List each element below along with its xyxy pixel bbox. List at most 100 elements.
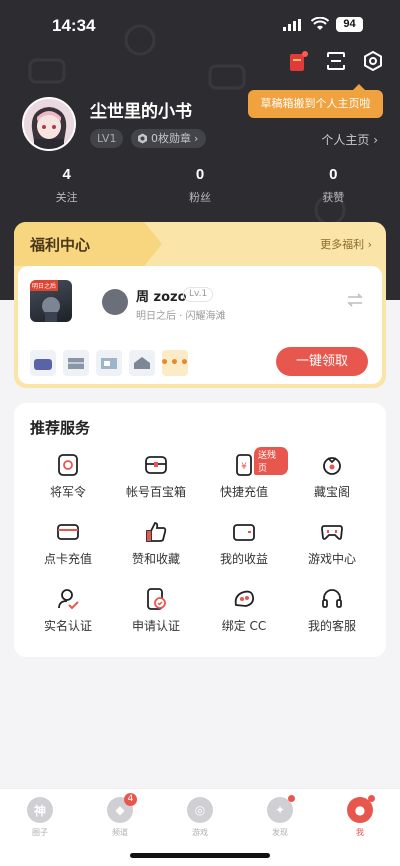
more-items-button[interactable]: ••• — [160, 350, 189, 376]
medal-badge[interactable]: 0枚勋章 › — [131, 129, 207, 148]
medal-icon — [138, 133, 147, 144]
battery-indicator: 94 — [336, 17, 363, 32]
reward-items: ••• — [30, 350, 189, 376]
service-quick-recharge[interactable]: ¥ 送残页 快捷充值 — [200, 447, 288, 520]
treasure-pavilion-icon — [323, 457, 341, 475]
level-badge: LV1 — [90, 129, 124, 148]
homepage-link-label: 个人主页 — [321, 133, 370, 147]
game-tag: 明日之后 — [30, 280, 59, 291]
service-my-earnings[interactable]: 我的收益 — [200, 520, 288, 587]
tab-label: 发现 — [272, 828, 288, 837]
welfare-card: 明日之后 周 zozo Lv.1 明日之后 · 闪耀海滩 ••• 一键领取 — [18, 266, 382, 384]
game-icon[interactable]: 明日之后 — [30, 280, 72, 322]
service-game-center[interactable]: 游戏中心 — [288, 520, 376, 587]
svg-text:¥: ¥ — [241, 462, 247, 472]
service-label: 藏宝阁 — [313, 485, 350, 499]
treasure-box-icon — [145, 456, 167, 474]
stat-label: 粉丝 — [188, 191, 211, 204]
service-token[interactable]: 将军令 — [24, 453, 112, 520]
service-label: 我的客服 — [307, 619, 356, 633]
chevron-right-icon: › — [373, 133, 378, 147]
claim-all-button[interactable]: 一键领取 — [276, 347, 368, 376]
service-real-name-verify[interactable]: 实名认证 — [24, 587, 112, 654]
tab-label: 频道 — [112, 828, 128, 837]
service-label: 点卡充值 — [43, 552, 92, 566]
recommended-services: 推荐服务 将军令 帐号百宝箱 ¥ 送残页 快捷充值 藏宝阁 点卡充值 赞和收藏 — [14, 403, 386, 657]
game-user-name: 周 zozo — [136, 290, 187, 305]
thumbs-up-icon — [146, 522, 167, 542]
game-user-server: 明日之后 · 闪耀海滩 — [136, 311, 226, 322]
tab-me[interactable]: ● 我 — [320, 789, 400, 866]
more-welfare-link[interactable]: 更多福利 › — [320, 236, 372, 252]
service-label: 快捷充值 — [219, 485, 268, 499]
red-packet-icon[interactable] — [288, 50, 308, 72]
scan-icon[interactable] — [325, 50, 347, 72]
house-icon — [134, 357, 150, 369]
welfare-title: 福利中心 — [30, 236, 91, 254]
chevron-right-icon: › — [194, 132, 199, 145]
game-user-avatar — [102, 289, 128, 315]
service-label: 申请认证 — [131, 619, 180, 633]
stat-following[interactable]: 4 关注 — [0, 166, 133, 205]
phone-recharge-icon: ¥ — [236, 454, 252, 476]
chevron-right-icon: › — [367, 238, 372, 251]
stat-likes[interactable]: 0 获赞 — [267, 166, 400, 205]
notification-dot — [368, 795, 375, 802]
service-label: 我的收益 — [219, 552, 268, 566]
welfare-center: 福利中心 更多福利 › 明日之后 周 zozo Lv.1 明日之后 · 闪耀海滩… — [14, 222, 386, 388]
tab-label: 我 — [356, 828, 364, 837]
reward-item[interactable] — [30, 350, 56, 376]
cellular-signal-icon — [283, 19, 301, 31]
service-card-recharge[interactable]: 点卡充值 — [24, 520, 112, 587]
homepage-link[interactable]: 个人主页 › — [321, 131, 378, 148]
settings-icon[interactable] — [362, 50, 384, 72]
tab-circle[interactable]: 神 圈子 — [0, 789, 80, 866]
status-bar: 14:34 94 — [0, 0, 400, 52]
service-apply-verify[interactable]: 申请认证 — [112, 587, 200, 654]
services-grid: 将军令 帐号百宝箱 ¥ 送残页 快捷充值 藏宝阁 点卡充值 赞和收藏 我的收益 — [24, 447, 376, 654]
gamepad-tab-icon: ◎ — [187, 797, 213, 823]
reward-item[interactable] — [129, 350, 155, 376]
tab-label: 游戏 — [192, 828, 208, 837]
service-label: 游戏中心 — [307, 552, 356, 566]
notification-dot — [288, 795, 295, 802]
stat-label: 获赞 — [322, 191, 345, 204]
service-label: 帐号百宝箱 — [125, 485, 186, 499]
avatar[interactable] — [22, 97, 76, 151]
service-label: 实名认证 — [43, 619, 92, 633]
service-promo-tag: 送残页 — [254, 447, 288, 475]
home-indicator — [130, 853, 270, 858]
services-title: 推荐服务 — [30, 419, 91, 437]
stat-value: 4 — [62, 166, 71, 183]
user-verify-icon — [58, 589, 79, 610]
reward-item[interactable] — [96, 350, 122, 376]
service-treasure-box[interactable]: 帐号百宝箱 — [112, 453, 200, 520]
draft-moved-tooltip: 草稿箱搬到个人主页啦 — [248, 84, 383, 118]
game-user-level: Lv.1 — [183, 287, 214, 302]
token-icon — [58, 454, 78, 476]
swap-icon[interactable] — [346, 292, 364, 308]
medal-count: 0枚勋章 — [151, 132, 191, 145]
stat-value: 0 — [329, 166, 338, 183]
stat-value: 0 — [195, 166, 205, 183]
apply-verify-icon — [147, 588, 166, 610]
service-label: 绑定 CC — [221, 619, 267, 633]
circle-tab-icon: 神 — [27, 797, 53, 823]
service-customer-service[interactable]: 我的客服 — [288, 587, 376, 654]
stat-label: 关注 — [55, 191, 78, 204]
stat-followers[interactable]: 0 粉丝 — [133, 166, 266, 205]
headset-icon — [322, 589, 342, 608]
reward-item[interactable] — [63, 350, 89, 376]
service-likes-favorites[interactable]: 赞和收藏 — [112, 520, 200, 587]
bag-icon — [34, 359, 52, 370]
unread-count-badge: 4 — [124, 793, 137, 806]
avatar-illustration — [24, 99, 74, 149]
username: 尘世里的小书 — [90, 102, 192, 122]
service-bind-cc[interactable]: 绑定 CC — [200, 587, 288, 654]
blueprint-icon — [101, 358, 117, 369]
service-treasure-pavilion[interactable]: 藏宝阁 — [288, 453, 376, 520]
wallet-icon — [233, 524, 255, 541]
more-welfare-label: 更多福利 — [320, 238, 365, 251]
gamepad-icon — [321, 525, 343, 540]
service-label: 将军令 — [49, 485, 86, 499]
